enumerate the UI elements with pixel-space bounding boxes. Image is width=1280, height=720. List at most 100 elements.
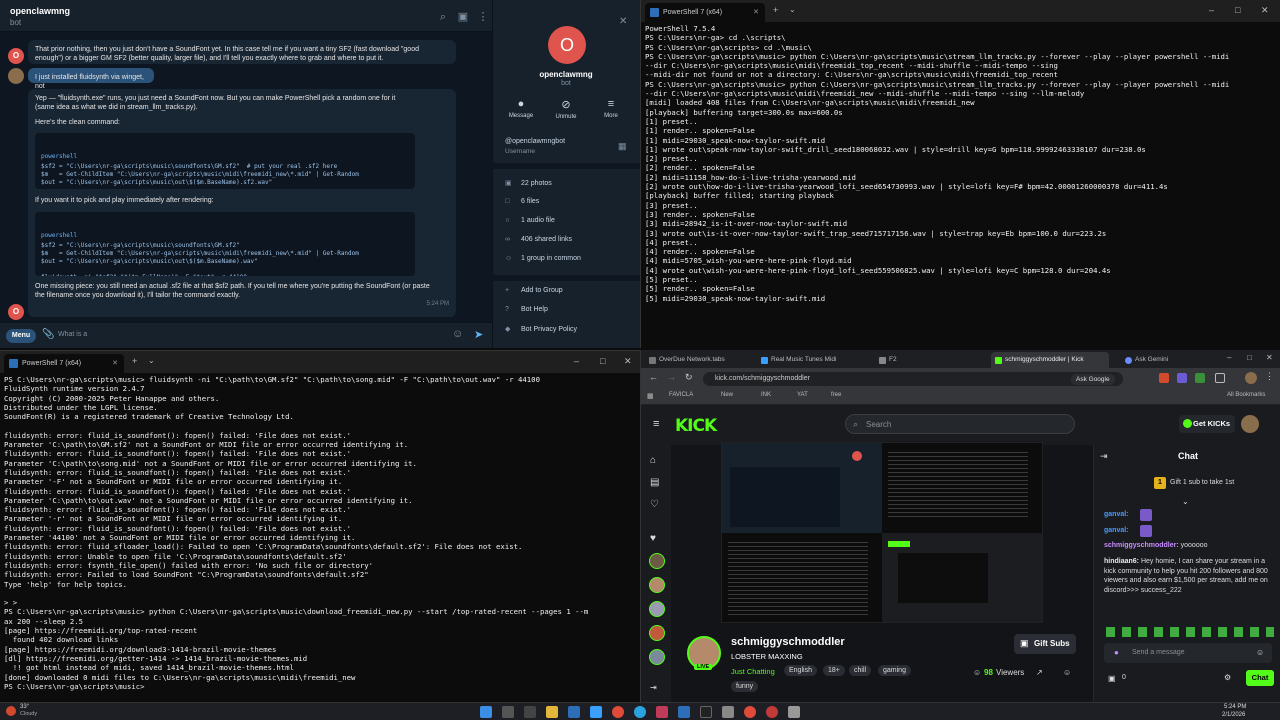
bookmark[interactable]: INK (761, 392, 771, 398)
close-tab-icon[interactable]: ✕ (112, 354, 118, 373)
close-tab-icon[interactable]: ✕ (753, 3, 759, 22)
photos-row[interactable]: ▣ 22 photos (505, 179, 552, 187)
browse-icon[interactable]: ▤ (650, 477, 659, 488)
terminal-output[interactable]: PowerShell 7.5.4 PS C:\Users\nr-ga> cd .\… (645, 24, 1276, 348)
terminal-output[interactable]: PS C:\Users\nr-ga\scripts\music> fluidsy… (4, 375, 636, 702)
browser-tab-active[interactable]: schmiggyschmoddler | Kick (991, 352, 1109, 368)
extension-icon[interactable] (1177, 373, 1187, 383)
channel-avatar[interactable] (649, 601, 665, 617)
sidebar-toggle-icon[interactable]: ▣ (456, 10, 470, 24)
gift-banner[interactable]: Gift 1 sub to take 1st (1170, 479, 1234, 486)
close-icon[interactable]: ✕ (619, 16, 627, 27)
links-row[interactable]: ∞ 406 shared links (505, 236, 572, 243)
message-input[interactable]: What is a (58, 331, 87, 338)
more-icon[interactable]: ⋮ (1265, 371, 1274, 382)
edge-icon[interactable] (590, 706, 602, 718)
profile-avatar[interactable] (1245, 372, 1257, 384)
chevron-down-icon[interactable]: ⌄ (789, 5, 796, 14)
bookmark[interactable]: FAVICLA (669, 392, 693, 398)
tag[interactable]: funny (731, 681, 759, 692)
bot-avatar[interactable]: O (8, 304, 24, 320)
weather-icon[interactable] (6, 706, 16, 716)
chat-username[interactable]: hindiaan6: (1104, 558, 1139, 565)
forward-icon[interactable]: → (667, 372, 676, 382)
back-icon[interactable]: ← (649, 372, 658, 382)
message-action[interactable]: ● Message (504, 98, 538, 119)
code-block[interactable]: powershell $sf2 = "C:\Users\nr-ga\scripts… (35, 133, 415, 189)
user-avatar[interactable] (1241, 415, 1259, 433)
channel-avatar[interactable] (649, 649, 665, 665)
video-player[interactable] (721, 442, 1043, 623)
add-to-group-row[interactable]: + Add to Group (505, 287, 563, 294)
audio-row[interactable]: ∩ 1 audio file (505, 217, 555, 224)
collapse-sidebar-icon[interactable]: ⇥ (650, 683, 657, 692)
extension-icon[interactable] (1195, 373, 1205, 383)
extensions-icon[interactable] (1215, 373, 1225, 383)
ask-google-button[interactable]: Ask Google (1071, 374, 1115, 385)
weather-desc[interactable]: Cloudy (20, 711, 37, 717)
share-icon[interactable]: ↗ (1036, 668, 1043, 677)
chat-input-box[interactable] (1104, 643, 1272, 663)
unmute-action[interactable]: ⊘ Unmute (549, 98, 583, 120)
kick-logo[interactable]: KICK (675, 416, 717, 436)
app-icon[interactable] (722, 706, 734, 718)
browser-tab[interactable]: Real Music Tunes Midi (757, 352, 873, 368)
start-icon[interactable] (480, 706, 492, 718)
chat-username[interactable]: ganval: (1104, 511, 1129, 518)
more-action[interactable]: ≡ More (594, 98, 628, 119)
search-icon[interactable] (502, 706, 514, 718)
emote-bar[interactable] (1106, 627, 1274, 637)
new-tab-icon[interactable]: + (773, 5, 778, 15)
qr-code-icon[interactable]: ▦ (618, 141, 627, 152)
apps-icon[interactable]: ▦ (647, 392, 654, 400)
close-icon[interactable]: ✕ (1266, 353, 1273, 362)
favorites-icon[interactable]: ♥ (650, 533, 656, 544)
more-icon[interactable]: ⋮ (476, 10, 490, 24)
all-bookmarks[interactable]: All Bookmarks (1227, 392, 1265, 398)
minimize-icon[interactable]: – (574, 356, 579, 366)
app-icon[interactable] (656, 706, 668, 718)
settings-gear-icon[interactable] (788, 706, 800, 718)
follow-icon[interactable]: ☺ (1063, 668, 1071, 677)
tag[interactable]: chill (849, 665, 872, 676)
terminal-tab[interactable]: PowerShell 7 (x64) ✕ (4, 354, 124, 373)
following-icon[interactable]: ♡ (650, 499, 659, 510)
maximize-icon[interactable]: □ (1235, 5, 1240, 15)
terminal-tab[interactable]: PowerShell 7 (x64) ✕ (645, 3, 765, 22)
clock-time[interactable]: 5:24 PM (1224, 704, 1246, 710)
chrome-icon[interactable] (744, 706, 756, 718)
chevron-down-icon[interactable]: ⌄ (148, 356, 155, 365)
file-explorer-icon[interactable] (546, 706, 558, 718)
send-chat-button[interactable]: Chat (1246, 670, 1274, 686)
bookmark[interactable]: YAT (797, 392, 808, 398)
settings-gear-icon[interactable]: ⚙ (1224, 673, 1231, 682)
user-avatar[interactable] (8, 68, 24, 84)
tag[interactable]: 18+ (823, 665, 845, 676)
groups-row[interactable]: ☺ 1 group in common (505, 255, 581, 262)
maximize-icon[interactable]: □ (1247, 353, 1252, 362)
powershell-icon[interactable] (678, 706, 690, 718)
menu-button[interactable]: Menu (6, 329, 36, 343)
channel-avatar[interactable] (649, 577, 665, 593)
reload-icon[interactable]: ↻ (685, 372, 693, 383)
clock-date[interactable]: 2/1/2026 (1222, 712, 1245, 718)
send-icon[interactable]: ➤ (474, 328, 483, 341)
chat-username[interactable]: ganval: (1104, 527, 1129, 534)
browser-tab[interactable]: OverDue Network.tabs (645, 352, 755, 368)
search-input[interactable]: Search (845, 414, 1075, 434)
chat-input[interactable]: Send a message (1132, 649, 1185, 656)
chat-header[interactable]: openclawmng bot ⌕ ▣ ⋮ (0, 0, 492, 32)
browser-tab[interactable]: Ask Gemini (1121, 352, 1201, 368)
new-tab-icon[interactable]: + (132, 356, 137, 366)
chevron-down-icon[interactable]: ⌄ (1182, 497, 1189, 506)
app-icon[interactable] (700, 706, 712, 718)
tag[interactable]: English (784, 665, 817, 676)
bot-privacy-row[interactable]: ◆ Bot Privacy Policy (505, 325, 577, 333)
files-row[interactable]: □ 6 files (505, 198, 539, 205)
attach-icon[interactable]: 📎 (42, 329, 54, 340)
task-view-icon[interactable] (524, 706, 536, 718)
app-icon[interactable] (766, 706, 778, 718)
maximize-icon[interactable]: □ (600, 356, 605, 366)
url-input[interactable]: kick.com/schmiggyschmoddler (703, 372, 1123, 386)
mic-icon[interactable]: ● (1114, 648, 1119, 657)
